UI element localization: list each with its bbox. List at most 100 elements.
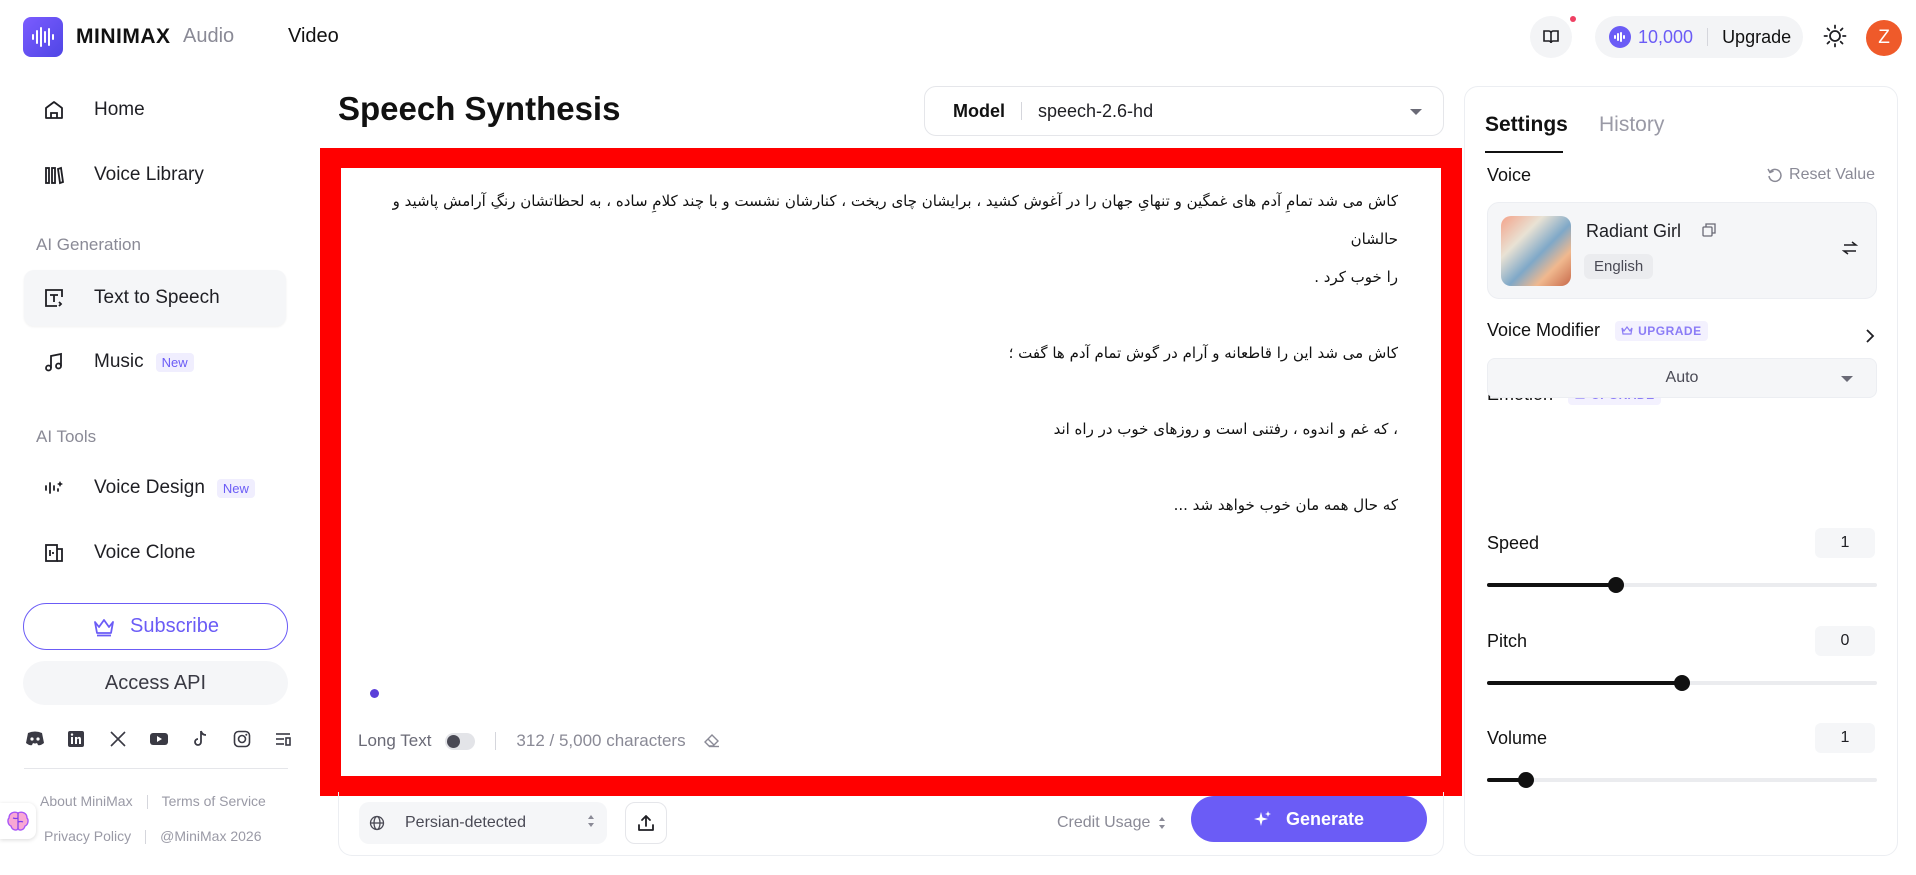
pitch-label: Pitch bbox=[1487, 631, 1528, 651]
subscribe-button[interactable]: Subscribe bbox=[23, 603, 288, 650]
pitch-input[interactable]: 0 bbox=[1815, 626, 1875, 656]
upgrade-chip-label: UPGRADE bbox=[1638, 324, 1702, 339]
brand-name[interactable]: MINIMAX bbox=[76, 25, 171, 49]
slider-knob[interactable] bbox=[1518, 772, 1534, 788]
sidebar-item-voice-design[interactable]: Voice Design New bbox=[24, 460, 286, 516]
footer-links-row-1: About MiniMax Terms of Service bbox=[40, 793, 266, 809]
theme-toggle-sun-icon[interactable] bbox=[1823, 24, 1847, 53]
copyright: @MiniMax 2026 bbox=[160, 828, 262, 844]
instagram-icon[interactable] bbox=[231, 728, 253, 750]
terms-link[interactable]: Terms of Service bbox=[162, 793, 266, 809]
credit-coin-icon bbox=[1609, 26, 1631, 48]
news-icon[interactable] bbox=[272, 728, 294, 750]
speed-label: Speed bbox=[1487, 533, 1540, 553]
library-icon bbox=[42, 163, 66, 187]
voice-clone-icon bbox=[42, 541, 66, 565]
generate-button[interactable]: Generate bbox=[1191, 796, 1427, 842]
voice-thumbnail bbox=[1501, 216, 1571, 286]
voice-design-icon bbox=[42, 476, 66, 500]
guide-button[interactable] bbox=[1530, 16, 1572, 58]
chevron-right-icon[interactable] bbox=[1865, 329, 1875, 343]
new-badge: New bbox=[155, 352, 194, 372]
x-icon[interactable] bbox=[107, 728, 129, 750]
notification-dot bbox=[1570, 16, 1576, 22]
sparkle-icon bbox=[1253, 811, 1271, 826]
voice-modifier-label: Voice Modifier bbox=[1487, 320, 1601, 340]
speed-slider[interactable] bbox=[1487, 577, 1877, 593]
privacy-link[interactable]: Privacy Policy bbox=[44, 828, 131, 844]
user-avatar[interactable]: Z bbox=[1866, 20, 1902, 56]
linkedin-icon[interactable] bbox=[65, 728, 87, 750]
pitch-slider[interactable] bbox=[1487, 675, 1877, 691]
editor-action-bar: Persian-detected Credit Usage Generate bbox=[338, 792, 1444, 856]
model-select[interactable]: Model speech-2.6-hd bbox=[924, 86, 1444, 136]
access-api-button[interactable]: Access API bbox=[23, 661, 288, 705]
text-to-speech-icon bbox=[42, 286, 66, 310]
divider bbox=[495, 732, 497, 750]
volume-label: Volume bbox=[1487, 728, 1548, 748]
model-label: Model bbox=[953, 100, 1005, 121]
divider bbox=[145, 830, 147, 844]
footer-links-row-2: Privacy Policy @MiniMax 2026 bbox=[44, 828, 262, 844]
caret-down-icon bbox=[1410, 109, 1422, 115]
voice-card[interactable]: Radiant Girl English bbox=[1487, 202, 1877, 299]
reset-label: Reset Value bbox=[1789, 166, 1875, 183]
sidebar-item-voice-library[interactable]: Voice Library bbox=[24, 147, 286, 203]
sidebar-item-home[interactable]: Home bbox=[24, 82, 286, 138]
character-count: 312 / 5,000 characters bbox=[516, 731, 686, 750]
swap-icon[interactable] bbox=[1842, 241, 1858, 255]
sidebar-item-text-to-speech[interactable]: Text to Speech bbox=[24, 270, 286, 326]
emotion-value: Auto bbox=[1665, 369, 1699, 386]
assistant-brain-icon[interactable] bbox=[0, 803, 36, 839]
speed-input[interactable]: 1 bbox=[1815, 528, 1875, 558]
text-line: کاش می شد این را قاطعانه و آرام در گوش ت… bbox=[1008, 344, 1398, 362]
sidebar-item-music[interactable]: Music New bbox=[24, 334, 286, 390]
eraser-icon[interactable] bbox=[703, 734, 720, 748]
sort-arrows-icon bbox=[588, 815, 594, 827]
slider-fill bbox=[1487, 681, 1682, 685]
upgrade-link[interactable]: Upgrade bbox=[1722, 27, 1791, 48]
sidebar: Home Voice Library AI Generation Text to… bbox=[0, 72, 310, 875]
sidebar-item-label: Voice Clone bbox=[94, 542, 196, 563]
tab-settings[interactable]: Settings bbox=[1485, 113, 1568, 137]
voice-language-tag: English bbox=[1584, 254, 1654, 279]
text-editor[interactable]: کاش می شد تمامِ آدم های غمگین و تنهایِ ج… bbox=[341, 168, 1441, 776]
text-line: ، که غم و اندوه ، رفتنی است و روزهای خوب… bbox=[1053, 420, 1398, 438]
volume-slider[interactable] bbox=[1487, 772, 1877, 788]
tab-history[interactable]: History bbox=[1599, 113, 1664, 137]
section-ai-tools: AI Tools bbox=[36, 427, 97, 446]
minimax-logo-icon[interactable] bbox=[23, 17, 63, 57]
voice-label: Voice bbox=[1487, 165, 1532, 185]
slider-fill bbox=[1487, 583, 1616, 587]
editor-content[interactable]: کاش می شد تمامِ آدم های غمگین و تنهایِ ج… bbox=[358, 182, 1398, 524]
voice-modifier-row[interactable]: Voice Modifier UPGRADE bbox=[1487, 320, 1708, 342]
sidebar-item-voice-clone[interactable]: Voice Clone bbox=[24, 525, 286, 581]
language-select[interactable]: Persian-detected bbox=[359, 802, 607, 844]
cursor-indicator bbox=[370, 689, 379, 698]
slider-knob[interactable] bbox=[1607, 577, 1624, 593]
emotion-select[interactable]: Auto bbox=[1487, 358, 1877, 398]
upload-icon bbox=[638, 815, 654, 831]
discord-icon[interactable] bbox=[24, 728, 46, 750]
book-icon bbox=[1543, 30, 1559, 44]
subscribe-label: Subscribe bbox=[130, 615, 219, 637]
about-link[interactable]: About MiniMax bbox=[40, 793, 133, 809]
nav-video[interactable]: Video bbox=[288, 25, 339, 48]
copy-icon[interactable] bbox=[1702, 223, 1716, 237]
youtube-icon[interactable] bbox=[148, 728, 170, 750]
upload-button[interactable] bbox=[625, 802, 667, 844]
reset-value-button[interactable]: Reset Value bbox=[1767, 166, 1875, 184]
globe-icon bbox=[369, 815, 385, 831]
crown-icon bbox=[1621, 326, 1633, 335]
tiktok-icon[interactable] bbox=[189, 728, 211, 750]
section-ai-generation: AI Generation bbox=[36, 235, 141, 254]
upgrade-chip[interactable]: UPGRADE bbox=[1615, 321, 1708, 342]
slider-knob[interactable] bbox=[1674, 675, 1690, 691]
sort-arrows-icon bbox=[1159, 817, 1166, 829]
credit-usage-select[interactable]: Credit Usage bbox=[1057, 814, 1166, 832]
credits-pill[interactable]: 10,000 Upgrade bbox=[1595, 16, 1803, 58]
sidebar-item-label: Text to Speech bbox=[94, 287, 220, 308]
volume-input[interactable]: 1 bbox=[1815, 723, 1875, 753]
long-text-toggle[interactable] bbox=[445, 732, 476, 750]
nav-audio[interactable]: Audio bbox=[183, 25, 234, 48]
